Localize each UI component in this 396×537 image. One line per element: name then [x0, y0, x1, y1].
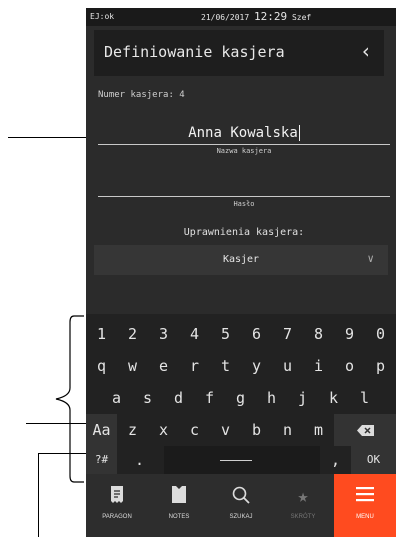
keyboard-row-qwerty: q w e r t y u i o p — [86, 350, 396, 382]
permissions-value: Kasjer — [222, 254, 260, 265]
keyboard-row-bottom: ?# . , OK — [86, 446, 396, 474]
ok-key[interactable]: OK — [351, 446, 396, 474]
key-9[interactable]: 9 — [334, 318, 365, 350]
bottom-navigation: PARAGON NOTES SZUKAJ ★ SKRÓTY MENU — [86, 474, 396, 537]
nav-label-menu: MENU — [356, 514, 374, 520]
key-z[interactable]: z — [117, 414, 148, 446]
star-icon: ★ — [297, 486, 309, 507]
key-7[interactable]: 7 — [272, 318, 303, 350]
nav-menu[interactable]: MENU — [334, 474, 396, 537]
key-s[interactable]: s — [132, 382, 163, 414]
annotation-line-bottom-v — [38, 453, 39, 537]
status-time: 12:29 — [254, 10, 288, 23]
password-input[interactable] — [98, 172, 390, 196]
status-datetime: 21/06/2017 12:29 Szef — [201, 8, 311, 27]
annotation-brace — [55, 315, 84, 483]
key-e[interactable]: e — [148, 350, 179, 382]
shift-key[interactable]: Aa — [86, 414, 117, 446]
annotation-line-top — [8, 137, 86, 138]
key-6[interactable]: 6 — [241, 318, 272, 350]
key-v[interactable]: v — [210, 414, 241, 446]
key-w[interactable]: w — [117, 350, 148, 382]
key-x[interactable]: x — [148, 414, 179, 446]
cashier-name-label: Nazwa kasjera — [216, 147, 272, 155]
search-icon — [210, 486, 272, 508]
page-header: Definiowanie kasjera ‹ — [94, 30, 384, 76]
key-0[interactable]: 0 — [365, 318, 396, 350]
name-underline — [98, 144, 390, 145]
key-y[interactable]: y — [241, 350, 272, 382]
key-u[interactable]: u — [272, 350, 303, 382]
permissions-select[interactable]: Kasjer ∨ — [94, 245, 388, 275]
status-left: EJ:ok — [90, 12, 115, 21]
key-8[interactable]: 8 — [303, 318, 334, 350]
key-r[interactable]: r — [179, 350, 210, 382]
cashier-name-value: Anna Kowalska — [188, 125, 298, 141]
key-comma[interactable]: , — [320, 446, 351, 474]
page-title: Definiowanie kasjera — [104, 43, 285, 61]
receipt-icon — [86, 486, 148, 508]
back-chevron-icon[interactable]: ‹ — [360, 39, 372, 63]
key-p[interactable]: p — [365, 350, 396, 382]
key-m[interactable]: m — [303, 414, 334, 446]
key-k[interactable]: k — [318, 382, 349, 414]
permissions-label: Uprawnienia kasjera: — [183, 227, 305, 238]
key-c[interactable]: c — [179, 414, 210, 446]
key-5[interactable]: 5 — [210, 318, 241, 350]
key-f[interactable]: f — [194, 382, 225, 414]
keyboard-row-digits: 1 2 3 4 5 6 7 8 9 0 — [86, 318, 396, 350]
symbols-key[interactable]: ?# — [86, 446, 117, 474]
key-t[interactable]: t — [210, 350, 241, 382]
status-date: 21/06/2017 — [201, 13, 250, 22]
nav-label-notes: NOTES — [168, 514, 190, 520]
keyboard-row-zxcv: Aa z x c v b n m — [86, 414, 396, 446]
password-underline — [98, 196, 390, 197]
nav-szukaj[interactable]: SZUKAJ — [210, 474, 272, 537]
nav-label-paragon: PARAGON — [102, 514, 132, 520]
backspace-key[interactable] — [334, 414, 396, 446]
key-a[interactable]: a — [101, 382, 132, 414]
space-bar-line — [220, 460, 252, 461]
key-n[interactable]: n — [272, 414, 303, 446]
text-caret — [298, 125, 300, 141]
nav-label-szukaj: SZUKAJ — [229, 514, 253, 520]
key-l[interactable]: l — [349, 382, 380, 414]
notes-icon — [148, 486, 210, 508]
key-g[interactable]: g — [225, 382, 256, 414]
password-label: Hasło — [233, 200, 255, 208]
key-j[interactable]: j — [287, 382, 318, 414]
key-2[interactable]: 2 — [117, 318, 148, 350]
menu-icon — [334, 486, 396, 508]
backspace-icon — [357, 425, 374, 436]
key-1[interactable]: 1 — [86, 318, 117, 350]
key-o[interactable]: o — [334, 350, 365, 382]
key-3[interactable]: 3 — [148, 318, 179, 350]
nav-label-skroty: SKRÓTY — [290, 514, 316, 520]
key-dot[interactable]: . — [117, 446, 162, 474]
key-d[interactable]: d — [163, 382, 194, 414]
status-bar: EJ:ok 21/06/2017 12:29 Szef — [86, 8, 396, 26]
key-q[interactable]: q — [86, 350, 117, 382]
cashier-number-label: Numer kasjera: 4 — [98, 90, 185, 100]
space-key[interactable] — [164, 446, 320, 474]
key-i[interactable]: i — [303, 350, 334, 382]
key-b[interactable]: b — [241, 414, 272, 446]
pos-screen: EJ:ok 21/06/2017 12:29 Szef Definiowanie… — [86, 8, 396, 537]
nav-skroty[interactable]: ★ SKRÓTY — [272, 474, 334, 537]
nav-notes[interactable]: NOTES — [148, 474, 210, 537]
status-user: Szef — [291, 13, 312, 22]
cashier-name-input[interactable]: Anna Kowalska — [98, 121, 390, 145]
keyboard-row-asdf: a s d f g h j k l — [86, 382, 396, 414]
on-screen-keyboard: 1 2 3 4 5 6 7 8 9 0 q w e r t y u i o p … — [86, 314, 396, 474]
key-h[interactable]: h — [256, 382, 287, 414]
nav-paragon[interactable]: PARAGON — [86, 474, 148, 537]
key-4[interactable]: 4 — [179, 318, 210, 350]
chevron-down-icon: ∨ — [367, 252, 374, 265]
